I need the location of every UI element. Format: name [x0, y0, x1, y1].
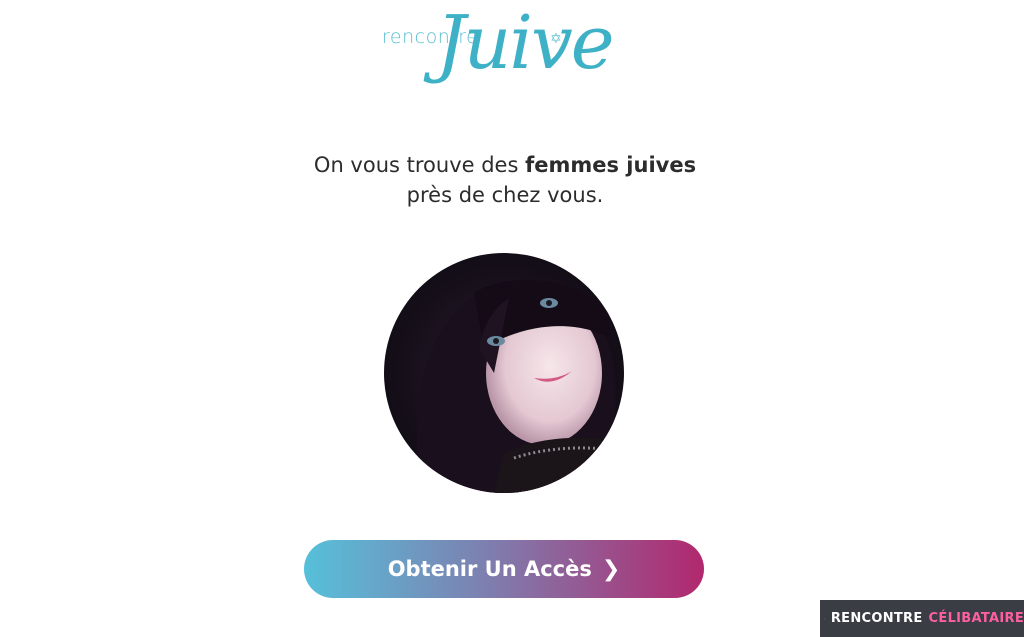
landing-page: rencontre Juive ✡ On vous trouve des fem…: [0, 0, 1024, 637]
watermark-word-2: CÉLIBATAIRE: [928, 611, 1024, 626]
star-of-david-icon: ✡: [550, 30, 562, 46]
profile-photo: [384, 253, 624, 493]
site-logo[interactable]: rencontre Juive ✡: [380, 0, 630, 108]
get-access-button[interactable]: Obtenir Un Accès ❯: [304, 540, 704, 598]
headline-line-2: près de chez vous.: [406, 183, 604, 207]
watermark-badge: RENCONTRE CÉLIBATAIRE: [820, 600, 1024, 637]
headline-line-1: On vous trouve des femmes juives: [0, 150, 1010, 180]
headline-bold: femmes juives: [525, 153, 697, 177]
headline-prefix: On vous trouve des: [313, 153, 526, 177]
logo-script-text: Juive: [436, 0, 615, 86]
star-logo-icon: [824, 618, 825, 619]
chevron-right-icon: ❯: [601, 556, 621, 582]
profile-avatar: [384, 253, 624, 493]
headline: On vous trouve des femmes juives près de…: [0, 150, 1010, 210]
watermark-word-1: RENCONTRE: [830, 611, 923, 626]
get-access-label: Obtenir Un Accès: [387, 557, 592, 581]
